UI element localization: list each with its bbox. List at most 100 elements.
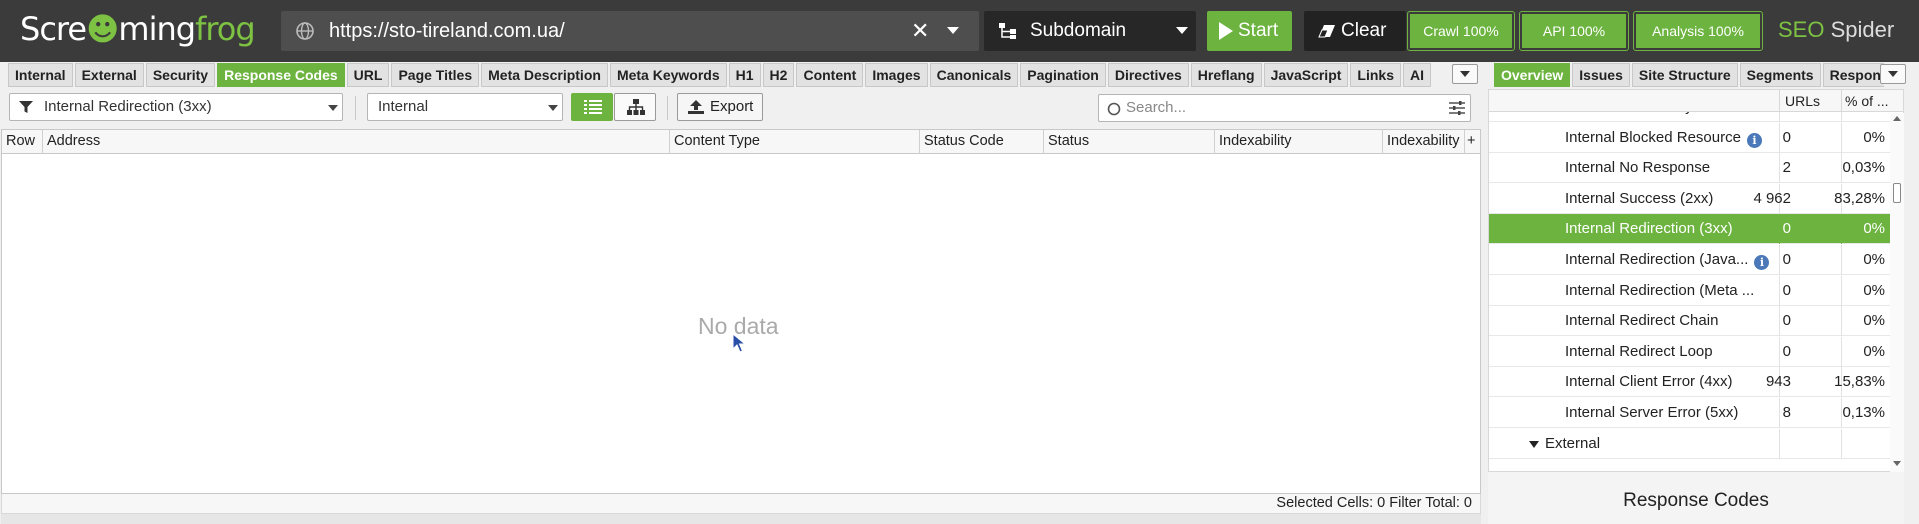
column-header-row[interactable]: Row (2, 130, 43, 154)
url-bar[interactable]: https://sto-tireland.com.ua/ ✕ (281, 11, 979, 51)
overview-row[interactable]: Internal Redirection (3xx) 0 0% (1489, 214, 1903, 245)
clear-url-icon[interactable]: ✕ (911, 18, 929, 44)
overview-row-label: Internal Redirect Loop (1565, 342, 1713, 360)
toolbar-divider (667, 96, 668, 120)
search-icon (1107, 102, 1121, 116)
overview-scrollbar[interactable] (1890, 113, 1904, 472)
results-table[interactable]: Row Address Content Type Status Code Sta… (1, 129, 1481, 494)
side-tab-issues[interactable]: Issues (1572, 63, 1630, 87)
overview-row-percent: 83,28% (1834, 189, 1885, 207)
overview-row[interactable]: Internal Redirect Chain 0 0% (1489, 306, 1903, 337)
side-tab-overview[interactable]: Overview (1494, 63, 1571, 87)
export-button[interactable]: Export (677, 93, 763, 121)
overview-row-count: 0 (1782, 128, 1791, 146)
tab-content[interactable]: Content (796, 63, 864, 87)
scope-dropdown[interactable]: Internal (367, 93, 563, 121)
column-header-urls[interactable]: URLs (1785, 93, 1820, 109)
tab-ai[interactable]: AI (1403, 63, 1431, 87)
column-header-indexability[interactable]: Indexability (1215, 130, 1383, 154)
url-input[interactable]: https://sto-tireland.com.ua/ (329, 20, 565, 43)
scrollbar-thumb[interactable] (1893, 183, 1901, 203)
overview-group-external[interactable]: External (1489, 428, 1903, 459)
tab-canonicals[interactable]: Canonicals (929, 63, 1019, 87)
overview-row[interactable]: Internal Redirection (Meta ... 0 0% (1489, 275, 1903, 306)
tab-external[interactable]: External (74, 63, 144, 87)
main-tab-strip: Internal External Security Response Codes UR… (8, 63, 1480, 87)
crawl-progress-bar: Crawl 100% (1407, 11, 1515, 51)
clear-button[interactable]: Clear (1304, 11, 1406, 51)
overview-row-label: Internal Redirection (Java... i (1565, 251, 1770, 270)
start-button-label: Start (1238, 20, 1279, 41)
column-header-content-type[interactable]: Content Type (670, 130, 920, 154)
chart-title: Response Codes (1623, 490, 1769, 511)
overview-row[interactable]: Internal Success (2xx) 4 962 83,28% (1489, 183, 1903, 214)
side-tab-site-structure[interactable]: Site Structure (1631, 63, 1738, 87)
add-column-icon[interactable]: + (1465, 130, 1480, 154)
tab-h1[interactable]: H1 (728, 63, 761, 87)
tab-images[interactable]: Images (865, 63, 928, 87)
tree-view-button[interactable] (614, 93, 656, 121)
column-header-status-code[interactable]: Status Code (920, 130, 1044, 154)
horizontal-scrollbar[interactable] (1, 514, 1481, 524)
filter-dropdown-label: Internal Redirection (3xx) (44, 98, 212, 115)
column-header-indexability-status[interactable]: Indexability (1383, 130, 1465, 154)
list-view-button[interactable] (571, 93, 613, 121)
url-history-dropdown-icon[interactable] (947, 27, 959, 34)
side-panel-tab-strip: Overview Issues Site Structure Segments Resp… (1494, 63, 1884, 87)
tab-meta-description[interactable]: Meta Description (481, 63, 608, 87)
tab-meta-keywords[interactable]: Meta Keywords (609, 63, 727, 87)
overview-group-label: External (1545, 434, 1601, 452)
overview-row[interactable]: Internal Redirect Loop 0 0% (1489, 336, 1903, 367)
overview-row-percent: 0% (1863, 128, 1885, 146)
overview-row-percent: 0% (1863, 312, 1885, 330)
overview-row-label: Internal Blocked Resource i (1565, 129, 1762, 148)
overview-row-label: Internal Redirect Chain (1565, 312, 1719, 330)
overview-row-count: 943 (1765, 373, 1791, 391)
toolbar-divider (355, 96, 356, 120)
expand-arrow-icon[interactable] (1529, 440, 1539, 448)
search-input[interactable] (1126, 99, 1426, 116)
overview-row[interactable]: Internal No Response 2 0,03% (1489, 153, 1903, 184)
overview-row[interactable]: Internal Blocked Resource i 0 0% (1489, 122, 1903, 153)
overview-row[interactable]: Internal Server Error (5xx) 8 0,13% (1489, 398, 1903, 428)
overview-row-count: 4 962 (1753, 189, 1791, 207)
scroll-up-icon[interactable] (1893, 116, 1901, 121)
chevron-down-icon (328, 105, 338, 111)
tab-security[interactable]: Security (145, 63, 216, 87)
tab-internal[interactable]: Internal (8, 63, 73, 87)
tab-response-codes[interactable]: Response Codes (217, 63, 345, 87)
side-tab-response-codes[interactable]: Response Codes (1822, 63, 1884, 87)
overview-row[interactable]: Internal Redirection (Java... i 0 0% (1489, 245, 1903, 275)
tab-url[interactable]: URL (346, 63, 390, 87)
side-tab-segments[interactable]: Segments (1739, 63, 1821, 87)
tab-page-titles[interactable]: Page Titles (391, 63, 480, 87)
filter-dropdown[interactable]: Internal Redirection (3xx) (9, 93, 343, 121)
overview-row[interactable]: Internal Client Error (4xx) 943 15,83% (1489, 367, 1903, 398)
info-icon[interactable]: i (1746, 132, 1762, 148)
more-tabs-dropdown-icon[interactable] (1452, 64, 1478, 84)
info-icon[interactable]: i (1754, 255, 1770, 270)
search-options-icon[interactable] (1449, 101, 1465, 115)
export-button-label: Export (710, 98, 754, 115)
tab-hreflang[interactable]: Hreflang (1190, 63, 1262, 87)
tab-javascript[interactable]: JavaScript (1263, 63, 1349, 87)
overview-row-count: 2 (1782, 159, 1791, 177)
crawl-mode-dropdown[interactable]: Subdomain (984, 11, 1196, 51)
list-view-icon (584, 100, 602, 114)
more-side-tabs-dropdown-icon[interactable] (1880, 64, 1906, 84)
column-header-status[interactable]: Status (1044, 130, 1215, 154)
overview-row-percent: 0% (1863, 220, 1885, 238)
tab-h2[interactable]: H2 (762, 63, 795, 87)
tab-directives[interactable]: Directives (1107, 63, 1189, 87)
chevron-down-icon (548, 105, 558, 111)
tab-links[interactable]: Links (1350, 63, 1401, 87)
overview-row-count: 0 (1782, 312, 1791, 330)
tab-pagination[interactable]: Pagination (1020, 63, 1106, 87)
scroll-down-icon[interactable] (1893, 461, 1901, 466)
column-header-address[interactable]: Address (43, 130, 670, 154)
analysis-progress-bar: Analysis 100% (1633, 11, 1763, 51)
column-header-percent[interactable]: % of ... (1845, 93, 1889, 109)
upload-icon (688, 100, 704, 114)
start-button[interactable]: Start (1207, 11, 1292, 51)
search-box[interactable] (1098, 94, 1471, 122)
